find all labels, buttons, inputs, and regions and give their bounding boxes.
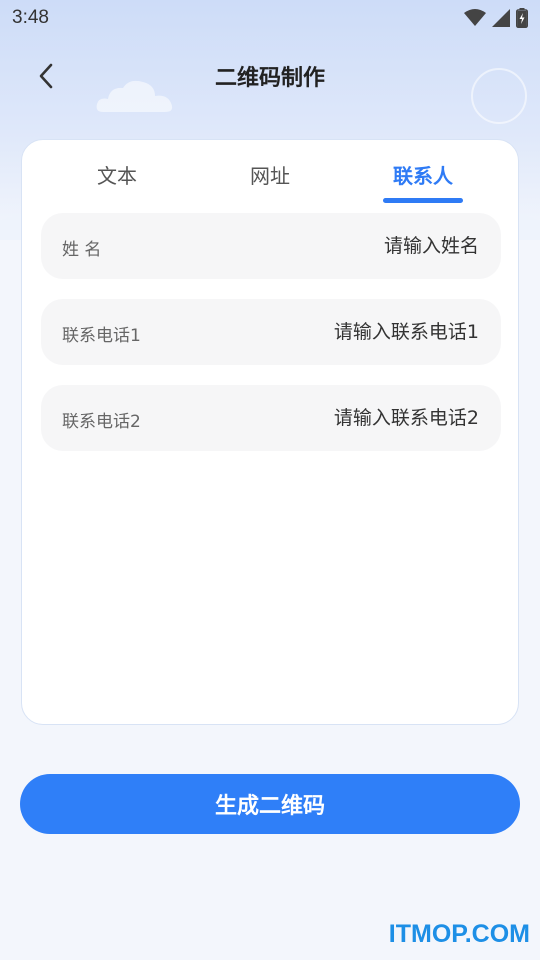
status-icons [464, 8, 528, 28]
phone2-field-label: 联系电话2 [62, 412, 141, 432]
wifi-icon [464, 9, 486, 26]
phone1-field[interactable]: 联系电话1 [41, 299, 501, 365]
tab-text[interactable]: 文本 [57, 160, 177, 189]
name-field-label: 姓 名 [62, 240, 102, 260]
page-title: 二维码制作 [214, 66, 325, 91]
battery-charging-icon [516, 8, 528, 28]
tab-bar: 文本 网址 联系人 [22, 140, 518, 206]
phone1-field-label: 联系电话1 [62, 326, 141, 346]
status-bar: 3:48 [0, 0, 540, 36]
phone2-field[interactable]: 联系电话2 [41, 385, 501, 451]
active-tab-indicator [383, 198, 463, 203]
tab-url[interactable]: 网址 [210, 160, 330, 189]
tab-contact[interactable]: 联系人 [363, 160, 483, 189]
phone2-input[interactable] [219, 403, 479, 433]
phone1-input[interactable] [219, 317, 479, 347]
cell-signal-icon [492, 9, 510, 27]
watermark: ITMOP.COM [388, 920, 530, 948]
status-time: 3:48 [12, 7, 49, 28]
name-field[interactable]: 姓 名 [41, 213, 501, 279]
generate-qr-button[interactable]: 生成二维码 [20, 774, 520, 834]
name-input[interactable] [219, 231, 479, 261]
navigation-bar: 二维码制作 [0, 48, 540, 106]
form-card: 文本 网址 联系人 姓 名 联系电话1 联系电话2 [21, 139, 519, 725]
